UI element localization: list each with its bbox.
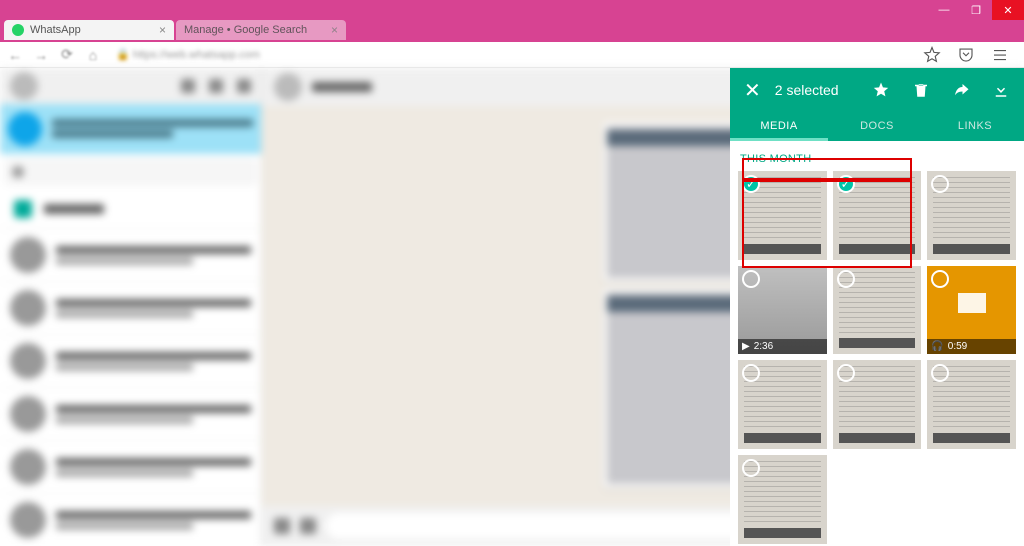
search-icon (12, 166, 24, 178)
reload-icon[interactable]: ⟳ (58, 46, 76, 64)
chat-avatar (10, 237, 46, 273)
archive-icon (14, 200, 32, 218)
archived-row[interactable] (0, 190, 261, 228)
forward-icon[interactable]: → (32, 46, 50, 64)
notifications-banner[interactable] (0, 104, 261, 154)
media-thumbnail[interactable] (927, 171, 1016, 260)
chat-list-header (0, 68, 261, 104)
media-thumbnail[interactable]: ▶2:36 (738, 266, 827, 355)
chat-list-item[interactable] (0, 493, 261, 546)
chat-list-item[interactable] (0, 281, 261, 334)
close-tab-icon[interactable]: × (159, 23, 166, 37)
menu-icon[interactable] (990, 46, 1010, 64)
selection-checkbox[interactable] (931, 270, 949, 288)
media-thumbnail[interactable] (738, 171, 827, 260)
url-field[interactable]: 🔒 https://web.whatsapp.com (110, 48, 914, 61)
browser-tabbar: WhatsApp × Manage • Google Search × (0, 20, 1024, 42)
chat-list-item[interactable] (0, 228, 261, 281)
media-thumbnail[interactable] (738, 455, 827, 544)
chat-avatar (10, 502, 46, 538)
section-label: THIS MONTH (738, 149, 1016, 171)
emoji-icon[interactable] (274, 518, 290, 534)
trash-icon[interactable] (912, 81, 930, 99)
selection-checkbox[interactable] (837, 364, 855, 382)
attach-icon[interactable] (300, 518, 316, 534)
window-close-button[interactable]: ✕ (992, 0, 1024, 20)
back-icon[interactable]: ← (6, 46, 24, 64)
window-maximize-button[interactable]: ❐ (960, 0, 992, 20)
new-chat-icon[interactable] (209, 79, 223, 93)
selection-checkbox[interactable] (742, 364, 760, 382)
tab-title: WhatsApp (30, 24, 81, 36)
media-thumbnail[interactable] (833, 266, 922, 355)
selection-checkbox[interactable] (837, 270, 855, 288)
panel-header: ✕ 2 selected MEDIA DOCS LINKS (730, 68, 1024, 141)
browser-tab[interactable]: WhatsApp × (4, 20, 174, 40)
chat-list-item[interactable] (0, 334, 261, 387)
media-thumbnail[interactable]: 🎧0:59 (927, 266, 1016, 355)
forward-icon[interactable] (952, 81, 970, 99)
selection-checkbox[interactable] (742, 459, 760, 477)
media-gallery-panel: ✕ 2 selected MEDIA DOCS LINKS THIS MONTH… (730, 68, 1024, 546)
duration-badge: ▶2:36 (738, 339, 827, 354)
chat-avatar (10, 290, 46, 326)
menu-dots-icon[interactable] (237, 79, 251, 93)
tab-links[interactable]: LINKS (926, 112, 1024, 141)
bell-icon (8, 112, 42, 146)
selection-checkbox[interactable] (931, 175, 949, 193)
media-thumbnail[interactable] (927, 360, 1016, 449)
contact-name (312, 82, 372, 92)
download-icon[interactable] (992, 81, 1010, 99)
profile-avatar[interactable] (10, 72, 38, 100)
pocket-icon[interactable] (956, 46, 976, 64)
contact-avatar[interactable] (274, 73, 302, 101)
window-minimize-button[interactable]: — (928, 0, 960, 20)
chat-avatar (10, 449, 46, 485)
chat-list-item[interactable] (0, 440, 261, 493)
chat-list-panel (0, 68, 262, 546)
browser-tab[interactable]: Manage • Google Search × (176, 20, 346, 40)
whatsapp-favicon (12, 24, 24, 36)
bookmark-star-icon[interactable] (922, 46, 942, 64)
close-tab-icon[interactable]: × (331, 23, 338, 37)
media-gallery: THIS MONTH ▶2:36 🎧0:59 (730, 141, 1024, 546)
selection-checkbox[interactable] (931, 364, 949, 382)
close-selection-icon[interactable]: ✕ (744, 78, 761, 103)
media-thumbnail[interactable] (738, 360, 827, 449)
tab-title: Manage • Google Search (184, 24, 307, 36)
duration-badge: 🎧0:59 (927, 339, 1016, 354)
selection-count: 2 selected (775, 82, 858, 98)
selection-checkbox[interactable] (742, 270, 760, 288)
archived-label (44, 204, 104, 214)
media-thumbnail[interactable] (833, 360, 922, 449)
home-icon[interactable]: ⌂ (84, 46, 102, 64)
browser-addressbar: ← → ⟳ ⌂ 🔒 https://web.whatsapp.com (0, 42, 1024, 68)
media-thumbnail[interactable] (833, 171, 922, 260)
chat-avatar (10, 343, 46, 379)
tab-media[interactable]: MEDIA (730, 112, 828, 141)
star-icon[interactable] (872, 81, 890, 99)
tab-docs[interactable]: DOCS (828, 112, 926, 141)
selection-checkbox[interactable] (837, 175, 855, 193)
chat-avatar (10, 396, 46, 432)
window-titlebar: — ❐ ✕ (0, 0, 1024, 20)
chat-list-item[interactable] (0, 387, 261, 440)
search-input[interactable] (4, 158, 257, 186)
status-icon[interactable] (181, 79, 195, 93)
selection-checkbox[interactable] (742, 175, 760, 193)
